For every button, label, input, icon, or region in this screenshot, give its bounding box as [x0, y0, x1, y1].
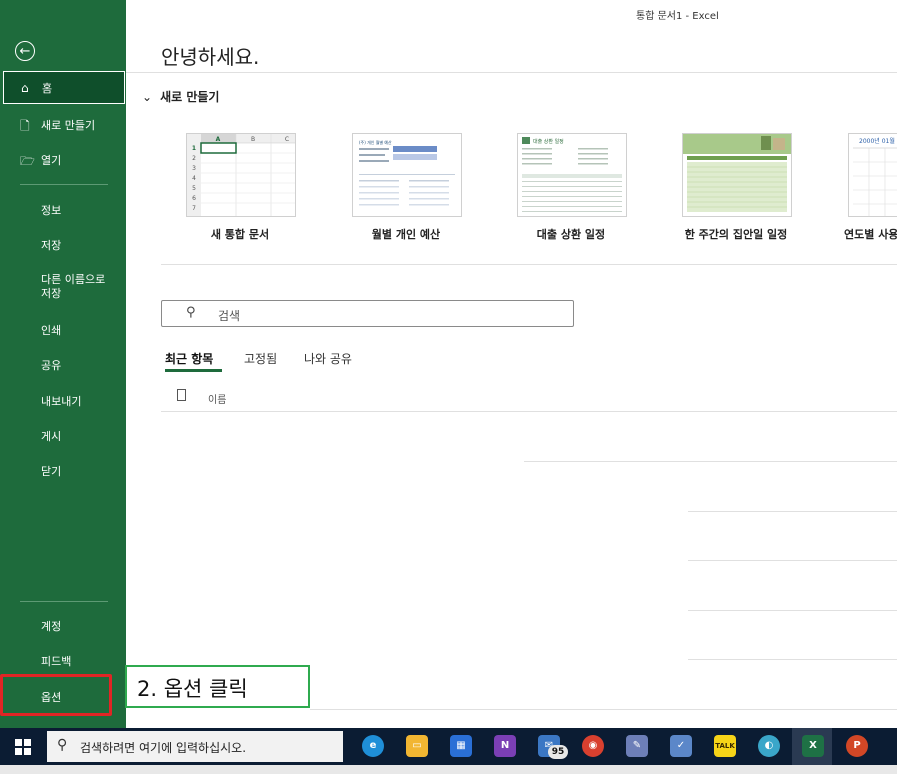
budget-preview: (주) 개인 월별 예산 [359, 139, 455, 206]
template-blank-workbook[interactable]: A B C 1 2 3 4 5 6 7 [186, 133, 296, 217]
new-section-title[interactable]: ⌄ 새로 만들기 [142, 88, 219, 105]
nav-open-label: 열기 [41, 154, 62, 167]
list-header-name[interactable]: 이름 [208, 391, 226, 406]
vpn-icon[interactable]: ◐ [758, 735, 780, 757]
back-arrow-icon[interactable]: ← [15, 41, 35, 61]
list-row-divider [688, 560, 897, 561]
window-title: 통합 문서1 - Excel [636, 11, 719, 22]
paint-icon[interactable]: ✎ [626, 735, 648, 757]
template-loan-schedule[interactable]: 대출 상환 일정 [517, 133, 627, 217]
row-2: 2 [192, 155, 196, 162]
nav-export[interactable]: 내보내기 [0, 393, 126, 409]
nav-publish[interactable]: 게시 [0, 428, 126, 444]
search-placeholder: 검색 [218, 309, 241, 323]
blank-workbook-preview: A B C 1 2 3 4 5 6 7 [187, 134, 295, 216]
nav-share[interactable]: 공유 [0, 357, 126, 373]
header-divider [126, 72, 897, 73]
template-label: 대출 상환 일정 [536, 228, 606, 241]
taskbar-search-placeholder: 검색하려면 여기에 입력하십시오. [80, 741, 247, 755]
list-row-divider [310, 709, 897, 710]
templates-divider [161, 264, 897, 265]
tab-active-indicator [165, 369, 222, 372]
nav-info[interactable]: 정보 [0, 202, 126, 218]
taskbar-search-input[interactable]: ⚲ 검색하려면 여기에 입력하십시오. [47, 731, 343, 762]
whiteboard-icon[interactable]: ✓ [670, 735, 692, 757]
chores-preview [683, 134, 791, 212]
row-5: 5 [192, 185, 196, 192]
calendar-preview: 2000년 01월 [853, 137, 897, 216]
col-a: A [216, 136, 221, 143]
folder-open-icon: 🗁 [20, 154, 35, 168]
nav-feedback[interactable]: 피드백 [0, 653, 126, 669]
row-4: 4 [192, 175, 196, 182]
row-7: 7 [192, 205, 196, 212]
list-row-divider [688, 511, 897, 512]
store-icon[interactable]: ▦ [450, 735, 472, 757]
search-icon: ⚲ [57, 737, 68, 753]
template-yearly[interactable]: 2000년 01월 [848, 133, 897, 217]
list-row-divider [524, 461, 897, 462]
windows-start-icon[interactable] [15, 739, 31, 755]
nav-account[interactable]: 계정 [0, 618, 126, 634]
template-label: 한 주간의 집안일 일정 [684, 228, 788, 241]
bottom-strip [0, 765, 897, 774]
col-c: C [285, 136, 289, 143]
file-explorer-icon[interactable]: ▭ [406, 735, 428, 757]
row-3: 3 [192, 165, 196, 172]
options-highlight-box [0, 674, 112, 716]
list-row-divider [688, 659, 897, 660]
template-label: 연도별 사용 [844, 228, 897, 241]
new-section-label: 새로 만들기 [160, 90, 220, 104]
nav-save[interactable]: 저장 [0, 237, 126, 253]
home-icon: ⌂ [21, 81, 29, 95]
nav-new-label: 새로 만들기 [41, 119, 96, 132]
row-6: 6 [192, 195, 196, 202]
nav-home-label: 홈 [42, 82, 53, 95]
list-row-divider [688, 610, 897, 611]
sidebar-divider-bottom [20, 601, 108, 602]
tab-pinned[interactable]: 고정됨 [244, 350, 277, 367]
onenote-icon[interactable]: N [494, 735, 516, 757]
new-document-icon: 🗋 [20, 119, 30, 133]
nav-new[interactable]: 🗋 새로 만들기 [0, 117, 126, 133]
nav-close[interactable]: 닫기 [0, 463, 126, 479]
template-weekly-chores[interactable] [682, 133, 792, 217]
template-label: 월별 개인 예산 [371, 228, 441, 241]
greeting: 안녕하세요. [161, 45, 260, 69]
nav-print[interactable]: 인쇄 [0, 322, 126, 338]
calendar-preview-title: 2000년 01월 [859, 137, 895, 145]
file-icon [177, 389, 186, 401]
nav-open[interactable]: 🗁 열기 [0, 152, 126, 168]
sidebar-divider [20, 184, 108, 185]
col-b: B [251, 136, 255, 143]
chrome-icon[interactable]: ◉ [582, 735, 604, 757]
nav-save-as[interactable]: 다른 이름으로 저장 [0, 273, 126, 301]
chevron-down-icon: ⌄ [142, 90, 153, 104]
loan-preview-title: 대출 상환 일정 [533, 138, 564, 145]
template-label: 새 통합 문서 [210, 228, 270, 241]
search-icon: ⚲ [186, 305, 196, 320]
budget-preview-title: (주) 개인 월별 예산 [359, 139, 392, 145]
search-input[interactable]: ⚲ 검색 [161, 300, 574, 327]
edge-icon[interactable]: e [362, 735, 384, 757]
template-monthly-budget[interactable]: (주) 개인 월별 예산 [352, 133, 462, 217]
mail-badge: 95 [548, 745, 568, 759]
excel-icon[interactable]: X [802, 735, 824, 757]
tab-recent[interactable]: 최근 항목 [165, 350, 213, 367]
annotation-label: 2. 옵션 클릭 [125, 665, 310, 708]
tab-shared[interactable]: 나와 공유 [304, 350, 352, 367]
list-header-divider [161, 411, 897, 412]
row-1: 1 [192, 145, 196, 152]
powerpoint-icon[interactable]: P [846, 735, 868, 757]
nav-home[interactable]: ⌂ 홈 [3, 71, 125, 104]
kakaotalk-icon[interactable]: TALK [714, 735, 736, 757]
loan-preview: 대출 상환 일정 [522, 137, 622, 212]
